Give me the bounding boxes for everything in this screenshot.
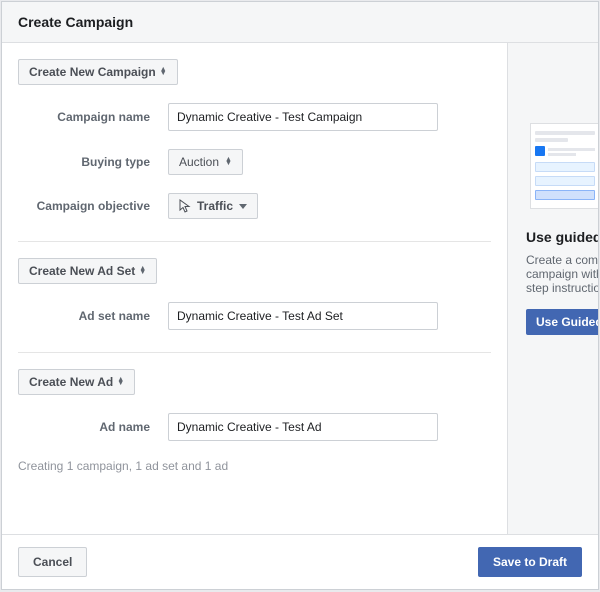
sort-icon: ▲▼	[160, 68, 167, 76]
aside-panel: Use guided creation instead Create a com…	[508, 43, 598, 534]
modal-title: Create Campaign	[18, 14, 133, 30]
ad-name-row: Ad name	[18, 413, 491, 441]
sort-icon: ▲▼	[139, 267, 146, 275]
modal-footer: Cancel Save to Draft	[2, 534, 598, 589]
campaign-objective-row: Campaign objective Traffic	[18, 193, 491, 219]
guided-creation-illustration	[530, 123, 598, 209]
ad-name-input[interactable]	[168, 413, 438, 441]
use-guided-creation-button[interactable]: Use Guided Creation	[526, 309, 598, 335]
campaign-name-label: Campaign name	[18, 110, 168, 124]
create-new-ad-label: Create New Ad	[29, 375, 113, 389]
divider	[18, 241, 491, 242]
create-new-campaign-label: Create New Campaign	[29, 65, 156, 79]
campaign-objective-label: Campaign objective	[18, 199, 168, 213]
buying-type-value: Auction	[179, 155, 219, 169]
sort-icon: ▲▼	[225, 158, 232, 166]
cursor-icon	[179, 199, 191, 213]
adset-name-row: Ad set name	[18, 302, 491, 330]
buying-type-select[interactable]: Auction ▲▼	[168, 149, 243, 175]
create-new-adset-dropdown[interactable]: Create New Ad Set ▲▼	[18, 258, 157, 284]
save-to-draft-button[interactable]: Save to Draft	[478, 547, 582, 577]
aside-desc-line: campaign with step-by-	[526, 267, 590, 281]
campaign-objective-value: Traffic	[197, 199, 233, 213]
aside-desc: Create a complete campaign with step-by-…	[520, 253, 590, 295]
modal-body: Create New Campaign ▲▼ Campaign name Buy…	[2, 43, 598, 534]
campaign-name-row: Campaign name	[18, 103, 491, 131]
creation-summary: Creating 1 campaign, 1 ad set and 1 ad	[18, 459, 491, 473]
divider	[18, 352, 491, 353]
create-new-ad-dropdown[interactable]: Create New Ad ▲▼	[18, 369, 135, 395]
buying-type-row: Buying type Auction ▲▼	[18, 149, 491, 175]
aside-title: Use guided creation instead	[520, 229, 590, 245]
adset-name-label: Ad set name	[18, 309, 168, 323]
ad-name-label: Ad name	[18, 420, 168, 434]
create-new-adset-label: Create New Ad Set	[29, 264, 135, 278]
campaign-name-input[interactable]	[168, 103, 438, 131]
aside-desc-line: step instructions.	[526, 281, 590, 295]
adset-name-input[interactable]	[168, 302, 438, 330]
modal-header: Create Campaign	[2, 2, 598, 43]
main-panel: Create New Campaign ▲▼ Campaign name Buy…	[2, 43, 508, 534]
create-new-campaign-dropdown[interactable]: Create New Campaign ▲▼	[18, 59, 178, 85]
cancel-button[interactable]: Cancel	[18, 547, 87, 577]
campaign-objective-select[interactable]: Traffic	[168, 193, 258, 219]
sort-icon: ▲▼	[117, 378, 124, 386]
create-campaign-modal: Create Campaign Create New Campaign ▲▼ C…	[1, 1, 599, 590]
buying-type-label: Buying type	[18, 155, 168, 169]
aside-desc-line: Create a complete	[526, 253, 590, 267]
chevron-down-icon	[239, 204, 247, 209]
